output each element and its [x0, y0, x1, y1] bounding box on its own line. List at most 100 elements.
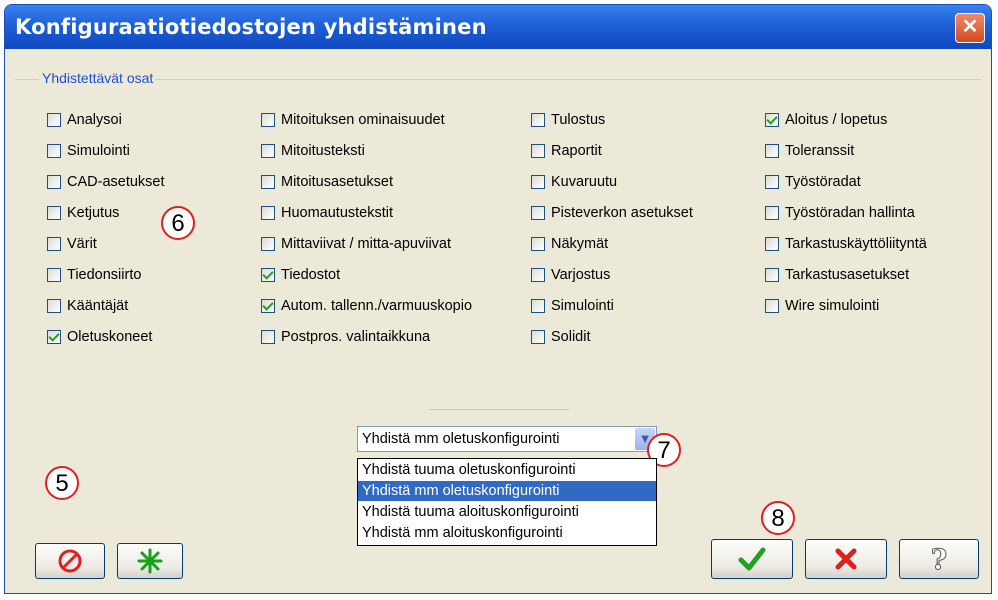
- checkbox-label: Solidit: [551, 329, 591, 345]
- red-x-icon: [835, 548, 857, 570]
- checkbox-box[interactable]: [261, 237, 275, 251]
- dropdown-option[interactable]: Yhdistä tuuma oletuskonfigurointi: [358, 460, 656, 480]
- checkbox-tiedostot[interactable]: Tiedostot: [261, 264, 340, 286]
- group-box-border: [15, 79, 981, 80]
- checkbox-varit[interactable]: Värit: [47, 233, 97, 255]
- checkbox-label: Postpros. valintaikkuna: [281, 329, 431, 345]
- checkbox-box[interactable]: [261, 330, 275, 344]
- checkbox-box[interactable]: [765, 237, 779, 251]
- checkbox-box[interactable]: [765, 113, 779, 127]
- callout-5: 5: [45, 466, 79, 500]
- checkbox-box[interactable]: [531, 299, 545, 313]
- checkbox-box[interactable]: [47, 144, 61, 158]
- checkbox-wire-simulointi[interactable]: Wire simulointi: [765, 295, 879, 317]
- checkbox-label: Aloitus / lopetus: [785, 112, 888, 128]
- checkbox-label: Tiedostot: [281, 267, 341, 283]
- dropdown-option[interactable]: Yhdistä mm aloituskonfigurointi: [358, 523, 656, 543]
- checkbox-box[interactable]: [531, 330, 545, 344]
- checkbox-box[interactable]: [531, 237, 545, 251]
- checkbox-tarkastuskayttoliittyma[interactable]: Tarkastuskäyttöliityntä: [765, 233, 927, 255]
- checkbox-simulointi-2[interactable]: Simulointi: [531, 295, 614, 317]
- checkbox-label: Autom. tallenn./varmuuskopio: [281, 298, 473, 314]
- checkbox-label: Varjostus: [551, 267, 611, 283]
- checkbox-raportit[interactable]: Raportit: [531, 140, 602, 162]
- checkbox-box[interactable]: [531, 144, 545, 158]
- checkbox-label: Kuvaruutu: [551, 174, 618, 190]
- merge-mode-select[interactable]: Yhdistä mm oletuskonfigurointi ▼: [357, 426, 657, 452]
- checkbox-label: Työstöradat: [785, 174, 861, 190]
- checkbox-tyostoradan-hallinta[interactable]: Työstöradan hallinta: [765, 202, 915, 224]
- checkbox-kuvaruutu[interactable]: Kuvaruutu: [531, 171, 617, 193]
- checkbox-pisteverkon-asetukset[interactable]: Pisteverkon asetukset: [531, 202, 693, 224]
- checkbox-mitoitusteksti[interactable]: Mitoitusteksti: [261, 140, 365, 162]
- checkbox-cad-asetukset[interactable]: CAD-asetukset: [47, 171, 165, 193]
- checkbox-label: Tiedonsiirto: [67, 267, 142, 283]
- checkbox-tyostoradat[interactable]: Työstöradat: [765, 171, 861, 193]
- checkbox-box[interactable]: [47, 268, 61, 282]
- checkbox-tiedonsiirto[interactable]: Tiedonsiirto: [47, 264, 141, 286]
- checkbox-simulointi[interactable]: Simulointi: [47, 140, 130, 162]
- title-bar[interactable]: Konfiguraatiotiedostojen yhdistäminen ✕: [5, 5, 991, 49]
- checkbox-nakymat[interactable]: Näkymät: [531, 233, 608, 255]
- checkbox-kaantajat[interactable]: Kääntäjät: [47, 295, 128, 317]
- close-button[interactable]: ✕: [955, 13, 985, 43]
- checkbox-box[interactable]: [531, 206, 545, 220]
- checkbox-box[interactable]: [261, 299, 275, 313]
- checkbox-box[interactable]: [47, 237, 61, 251]
- checkbox-box[interactable]: [765, 299, 779, 313]
- checkbox-box[interactable]: [765, 144, 779, 158]
- checkbox-label: Ketjutus: [67, 205, 120, 221]
- checkbox-label: Mittaviivat / mitta-apuviivat: [281, 236, 452, 252]
- checkbox-oletuskoneet[interactable]: Oletuskoneet: [47, 326, 152, 348]
- checkbox-huomautustekstit[interactable]: Huomautustekstit: [261, 202, 393, 224]
- dropdown-option[interactable]: Yhdistä tuuma aloituskonfigurointi: [358, 502, 656, 522]
- checkbox-box[interactable]: [531, 175, 545, 189]
- select-value: Yhdistä mm oletuskonfigurointi: [362, 431, 560, 447]
- group-label: Yhdistettävät osat: [39, 70, 157, 86]
- checkbox-mitoitusasetukset[interactable]: Mitoitusasetukset: [261, 171, 393, 193]
- dropdown-option[interactable]: Yhdistä mm oletuskonfigurointi: [358, 481, 656, 501]
- select-all-button[interactable]: [117, 543, 183, 579]
- checkbox-label: Pisteverkon asetukset: [551, 205, 693, 221]
- help-button[interactable]: ?: [899, 539, 979, 579]
- checkbox-label: Työstöradan hallinta: [785, 205, 915, 221]
- checkbox-box[interactable]: [47, 175, 61, 189]
- checkbox-box[interactable]: [765, 268, 779, 282]
- checkbox-box[interactable]: [47, 206, 61, 220]
- checkbox-autom-tallennus[interactable]: Autom. tallenn./varmuuskopio: [261, 295, 472, 317]
- cancel-button[interactable]: [805, 539, 887, 579]
- checkbox-label: Oletuskoneet: [67, 329, 153, 345]
- callout-6: 6: [161, 206, 195, 240]
- checkbox-toleranssit[interactable]: Toleranssit: [765, 140, 854, 162]
- checkbox-label: Toleranssit: [785, 143, 855, 159]
- checkbox-box[interactable]: [47, 330, 61, 344]
- checkbox-box[interactable]: [261, 268, 275, 282]
- checkbox-box[interactable]: [47, 113, 61, 127]
- checkbox-mittaviivat[interactable]: Mittaviivat / mitta-apuviivat: [261, 233, 451, 255]
- checkbox-label: Mitoitusteksti: [281, 143, 365, 159]
- window-title: Konfiguraatiotiedostojen yhdistäminen: [15, 15, 487, 39]
- clear-all-button[interactable]: [35, 543, 105, 579]
- checkbox-label: Näkymät: [551, 236, 609, 252]
- checkbox-box[interactable]: [47, 299, 61, 313]
- checkbox-box[interactable]: [261, 175, 275, 189]
- checkbox-varjostus[interactable]: Varjostus: [531, 264, 610, 286]
- checkbox-box[interactable]: [765, 175, 779, 189]
- checkbox-ketjutus[interactable]: Ketjutus: [47, 202, 119, 224]
- checkbox-label: Tarkastuskäyttöliityntä: [785, 236, 927, 252]
- ok-button[interactable]: [711, 539, 793, 579]
- checkbox-box[interactable]: [531, 268, 545, 282]
- checkbox-box[interactable]: [765, 206, 779, 220]
- checkbox-box[interactable]: [261, 113, 275, 127]
- checkbox-aloitus-lopetus[interactable]: Aloitus / lopetus: [765, 109, 887, 131]
- checkbox-box[interactable]: [261, 206, 275, 220]
- checkbox-box[interactable]: [531, 113, 545, 127]
- checkbox-solidit[interactable]: Solidit: [531, 326, 591, 348]
- checkbox-mitoituksen-ominaisuudet[interactable]: Mitoituksen ominaisuudet: [261, 109, 445, 131]
- checkbox-box[interactable]: [261, 144, 275, 158]
- checkbox-postpros-valintaikkuna[interactable]: Postpros. valintaikkuna: [261, 326, 430, 348]
- checkbox-tarkastusasetukset[interactable]: Tarkastusasetukset: [765, 264, 909, 286]
- checkbox-tulostus[interactable]: Tulostus: [531, 109, 605, 131]
- checkbox-analysoi[interactable]: Analysoi: [47, 109, 122, 131]
- dialog-body: Yhdistettävät osat Analysoi Simulointi C…: [9, 49, 987, 589]
